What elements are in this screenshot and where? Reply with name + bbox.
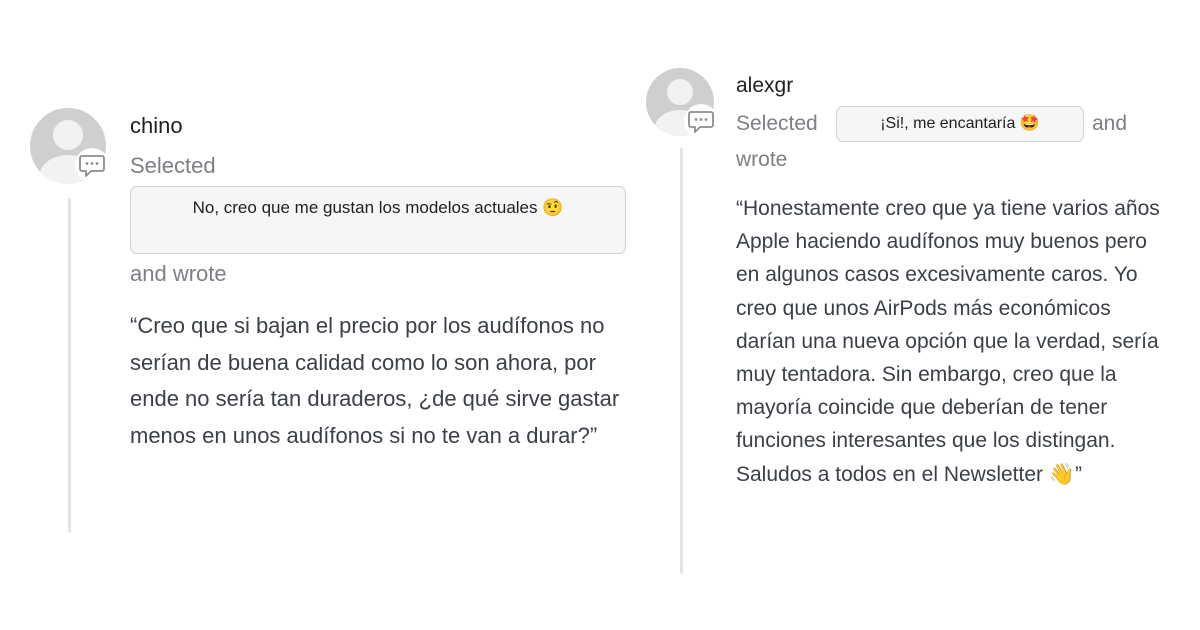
thread-rail	[68, 198, 71, 533]
comment-bubble-icon	[75, 148, 109, 182]
username[interactable]: alexgr	[736, 74, 793, 98]
selected-label: Selected	[736, 112, 818, 135]
wrote-label: wrote	[736, 148, 788, 171]
thread-rail	[680, 148, 683, 574]
and-label: and	[1092, 112, 1128, 135]
comment-quote: “Honestamente creo que ya tiene varios a…	[736, 197, 1160, 486]
poll-choice-pill: ¡Si!, me encantaría 🤩	[836, 106, 1084, 142]
comment-quote: “Creo que si bajan el precio por los aud…	[130, 313, 620, 448]
comment-card-alexgr: alexgr Selected ¡Si!, me encantaría 🤩 an…	[646, 68, 1186, 578]
selected-label: Selected	[130, 153, 216, 178]
wrote-label: and wrote	[130, 261, 227, 286]
poll-choice-pill: No, creo que me gustan los modelos actua…	[130, 186, 626, 254]
comment-card-chino: chino Selected No, creo que me gustan lo…	[30, 108, 630, 538]
username[interactable]: chino	[130, 113, 183, 139]
comment-bubble-icon	[684, 104, 718, 138]
